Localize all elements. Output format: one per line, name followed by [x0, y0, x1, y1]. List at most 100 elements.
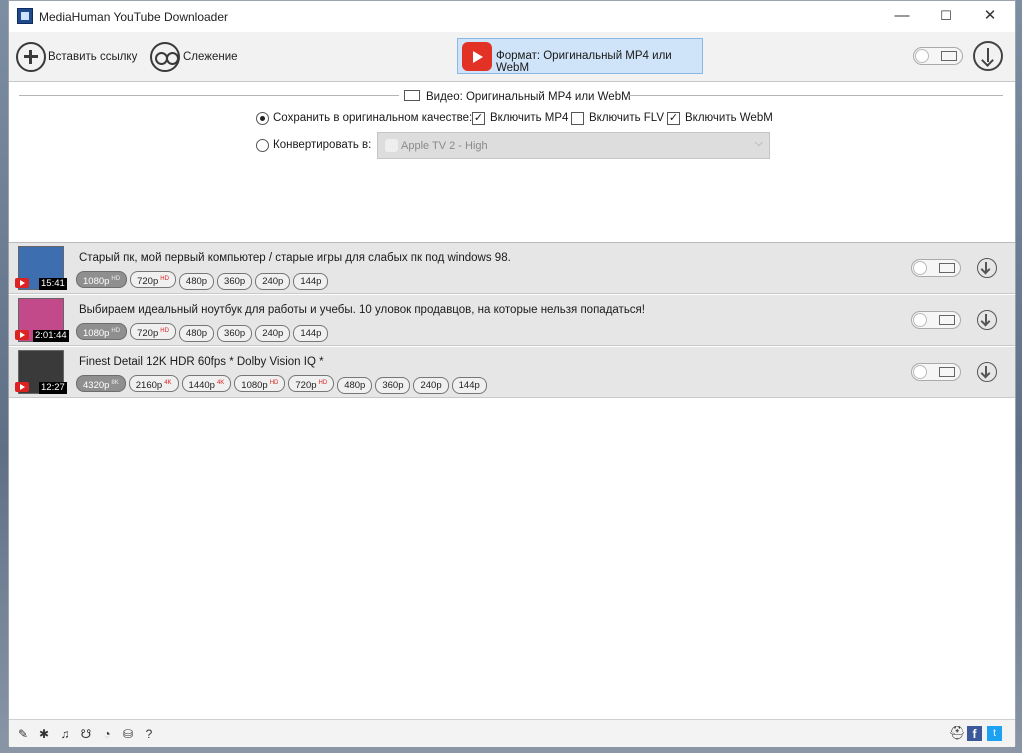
quality-tag: 8K	[111, 380, 119, 386]
include-mp4-checkbox[interactable]: ✓	[472, 112, 485, 125]
quality-tag: 4K	[164, 380, 172, 386]
convert-radio[interactable]	[256, 139, 269, 152]
auto-download-toggle[interactable]	[911, 311, 961, 329]
format-button[interactable]: Формат: Оригинальный MP4 или WebM	[457, 38, 703, 74]
quality-chip[interactable]: 1080p HD	[234, 375, 286, 392]
quality-options: 1080p HD 720p HD 480p 360p 240p 144p	[76, 323, 331, 342]
quality-label: 240p	[262, 276, 284, 287]
quality-chip[interactable]: 2160p 4K	[128, 375, 179, 392]
quality-chip[interactable]: 720p HD	[130, 271, 176, 288]
auto-download-toggle[interactable]	[913, 47, 963, 65]
quality-chip[interactable]: 1440p 4K	[181, 375, 232, 392]
quality-chip[interactable]: 360p	[375, 377, 411, 394]
quality-label: 1440p	[188, 380, 215, 391]
quality-chip[interactable]: 480p	[337, 377, 373, 394]
quality-options: 1080p HD 720p HD 480p 360p 240p 144p	[76, 271, 331, 290]
quality-tag: HD	[318, 380, 328, 386]
quality-label: 1080p	[241, 380, 268, 391]
quality-chip[interactable]: 720p HD	[288, 375, 335, 392]
toolbar: Вставить ссылку Слежение Формат: Оригина…	[9, 32, 1015, 82]
divider	[19, 95, 399, 96]
quality-chip[interactable]: 240p	[255, 273, 291, 290]
format-label: Формат: Оригинальный MP4 или WebM	[496, 50, 672, 74]
include-webm-checkbox[interactable]: ✓	[667, 112, 680, 125]
auto-download-toggle[interactable]	[911, 363, 961, 381]
video-row[interactable]: 12:27 Finest Detail 12K HDR 60fps * Dolby…	[9, 347, 1015, 398]
video-title: Выбираем идеальный ноутбук для работы и …	[79, 304, 645, 316]
app-icon	[17, 8, 33, 24]
quality-chip[interactable]: 144p	[293, 325, 329, 342]
quality-label: 240p	[262, 328, 284, 339]
quality-chip[interactable]: 360p	[217, 325, 253, 342]
youtube-icon	[15, 330, 29, 340]
video-list: 15:41 Старый пк, мой первый компьютер / с…	[9, 243, 1015, 718]
plus-icon	[16, 42, 46, 72]
quality-tag: HD	[160, 328, 169, 334]
minimize-button[interactable]: —	[879, 1, 925, 31]
quality-chip[interactable]: 240p	[413, 377, 449, 394]
download-button[interactable]	[977, 362, 997, 382]
quality-chip[interactable]: 360p	[217, 273, 253, 290]
film-icon	[939, 367, 955, 377]
quality-tag: HD	[160, 276, 169, 282]
quality-chip[interactable]: 480p	[178, 273, 215, 290]
close-button[interactable]: ✕	[967, 1, 1013, 31]
include-mp4-label: Включить MP4	[490, 112, 569, 124]
auto-download-toggle[interactable]	[911, 259, 961, 277]
quality-tag: HD	[269, 380, 279, 386]
quality-chip[interactable]: 720p HD	[130, 323, 176, 340]
quality-chip[interactable]: 144p	[451, 377, 487, 394]
quality-tag: 4K	[216, 380, 225, 386]
video-duration: 15:41	[39, 278, 67, 290]
twitter-icon[interactable]: t	[987, 726, 1002, 741]
binoculars-icon	[150, 42, 180, 72]
quality-label: 240p	[420, 380, 442, 391]
quality-label: 144p	[458, 380, 480, 391]
download-all-button[interactable]	[973, 41, 1003, 71]
status-bar: ⛑ f t ✎ ✱ ♫ ☋ ◔ ⛁?	[9, 719, 1015, 747]
download-button[interactable]	[977, 310, 997, 330]
paste-link-label: Вставить ссылку	[48, 51, 138, 63]
quality-chip[interactable]: 144p	[293, 273, 329, 290]
film-icon	[404, 90, 420, 101]
quality-chip[interactable]: 4320p 8K	[76, 375, 126, 392]
facebook-icon[interactable]: f	[967, 726, 982, 741]
video-title: Старый пк, мой первый компьютер / старые…	[79, 252, 511, 264]
quality-label: 720p	[137, 276, 159, 287]
snail-icon[interactable]: ☋	[79, 727, 93, 741]
help-icon[interactable]: ?	[142, 727, 156, 741]
save-original-radio[interactable]	[256, 112, 269, 125]
film-icon	[941, 51, 957, 61]
format-settings-panel: Видео: Оригинальный MP4 или WebM Сохрани…	[9, 82, 1015, 243]
clock-icon[interactable]: ◔	[100, 727, 114, 741]
convert-label: Конвертировать в:	[273, 139, 372, 151]
film-icon	[939, 263, 955, 273]
tracking-label: Слежение	[183, 51, 238, 63]
toggle-knob	[913, 365, 927, 379]
video-duration: 2:01:44	[33, 330, 69, 342]
convert-format-select[interactable]: Apple TV 2 - High ⌵	[377, 132, 770, 159]
quality-label: 360p	[224, 328, 246, 339]
support-icon[interactable]: ⛑	[949, 726, 966, 740]
quality-chip[interactable]: 1080p HD	[76, 271, 128, 288]
quality-label: 360p	[382, 380, 404, 391]
music-icon[interactable]: ♫	[58, 727, 72, 741]
convert-format-value: Apple TV 2 - High	[401, 140, 488, 152]
quality-chip[interactable]: 480p	[178, 325, 215, 342]
include-webm-label: Включить WebM	[685, 112, 773, 124]
quality-chip[interactable]: 240p	[255, 325, 291, 342]
maximize-button[interactable]: ☐	[923, 1, 969, 31]
gear-icon[interactable]: ✱	[37, 727, 51, 741]
include-flv-checkbox[interactable]	[571, 112, 584, 125]
tools-icon[interactable]: ✎	[16, 727, 30, 741]
binoculars-icon[interactable]: ⛁	[121, 727, 135, 741]
quality-label: 144p	[300, 328, 322, 339]
quality-label: 4320p	[83, 380, 110, 391]
download-button[interactable]	[977, 258, 997, 278]
video-row[interactable]: 15:41 Старый пк, мой первый компьютер / с…	[9, 243, 1015, 294]
video-duration: 12:27	[39, 382, 67, 394]
video-row[interactable]: 2:01:44 Выбираем идеальный ноутбук для ра…	[9, 295, 1015, 346]
apple-icon	[385, 139, 398, 152]
quality-label: 720p	[137, 328, 159, 339]
quality-chip[interactable]: 1080p HD	[76, 323, 128, 340]
